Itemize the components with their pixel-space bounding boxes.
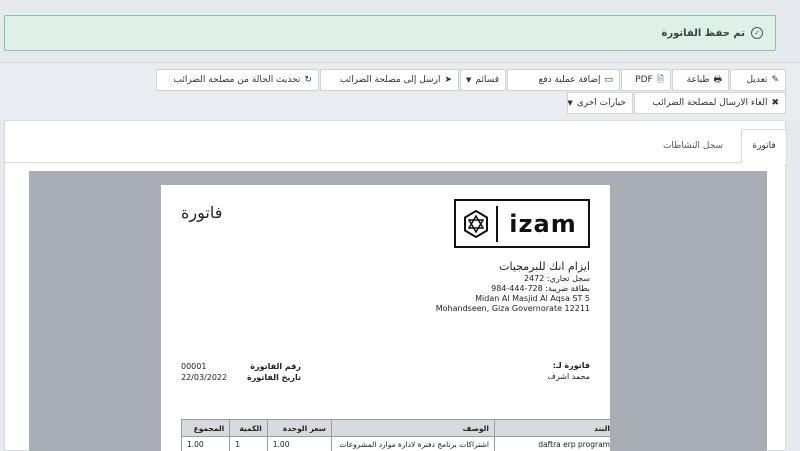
invoice-date-row: تاريخ الفاتورة 22/03/2022 bbox=[181, 372, 301, 383]
bill-to-label: فاتورة لـ: bbox=[552, 361, 590, 370]
cancel-send-button[interactable]: ✖ الغاء الارسال لمصلحة الضرائب bbox=[634, 92, 786, 114]
invoice-preview: فاتورة izam ايزام انك للبرمجيات سجل تجار… bbox=[29, 171, 767, 451]
logo-mark-icon bbox=[456, 201, 496, 246]
table-row: daftra erp program اشتراكات برنامج دفترة… bbox=[180, 436, 610, 451]
success-alert: ✓ تم حفظ الفاتورة bbox=[4, 15, 776, 51]
printer-icon: 🖶 bbox=[713, 75, 723, 85]
tab-bar: فاتورة سجل النشاطات bbox=[5, 129, 787, 163]
invoice-number-label: رقم الفاتورة bbox=[250, 362, 301, 371]
refresh-status-button[interactable]: ↻ تحديث الحالة من مصلحة الضرائب bbox=[156, 69, 319, 91]
company-logo: izam bbox=[454, 199, 590, 248]
address-line-1: Midan Al Masjid Al Aqsa ST 5 bbox=[475, 294, 590, 303]
column-header: البند bbox=[493, 419, 610, 437]
invoice-number-row: رقم الفاتورة 00001 bbox=[181, 361, 301, 372]
pdf-label: PDF bbox=[635, 75, 653, 85]
edit-label: تعديل bbox=[746, 75, 768, 85]
cancel-send-label: الغاء الارسال لمصلحة الضرائب bbox=[652, 98, 768, 108]
invoice-date-label: تاريخ الفاتورة bbox=[246, 373, 301, 382]
credit-card-icon: ▭ bbox=[604, 75, 613, 85]
invoice-number: 00001 bbox=[181, 362, 207, 371]
column-header: المجموع bbox=[180, 419, 231, 437]
print-label: طباعة bbox=[686, 75, 710, 85]
bill-to: فاتورة لـ: محمد اشرف bbox=[548, 360, 590, 382]
invoice-date: 22/03/2022 bbox=[181, 373, 228, 382]
tab-invoice-label: فاتورة bbox=[752, 141, 776, 151]
tab-invoice[interactable]: فاتورة bbox=[741, 129, 787, 163]
caret-down-icon: ▼ bbox=[466, 76, 472, 84]
send-to-tax-label: ارسل إلى مصلحة الضرائب bbox=[339, 75, 441, 85]
item-description: اشتراكات برنامج دفترة لادارة موارد المشر… bbox=[331, 436, 495, 451]
caret-down-icon: ▼ bbox=[567, 99, 573, 107]
tax-card: بطاقة ضريبة: 728-444-984 bbox=[491, 284, 590, 293]
close-icon: ✖ bbox=[771, 98, 779, 108]
templates-dropdown[interactable]: قسائم ▼ bbox=[460, 69, 506, 91]
column-header: الكمية bbox=[229, 419, 268, 437]
invoice-meta: رقم الفاتورة 00001 تاريخ الفاتورة 22/03/… bbox=[181, 361, 301, 383]
check-circle-icon: ✓ bbox=[751, 27, 763, 39]
action-toolbar: ✎ تعديل 🖶 طباعة 🗎 PDF ▭ إضافة عملية دفع … bbox=[0, 62, 800, 120]
refresh-icon: ↻ bbox=[304, 75, 312, 85]
alert-message: تم حفظ الفاتورة bbox=[661, 27, 746, 39]
item-unit-price: 1.00 bbox=[266, 436, 333, 451]
paper-plane-icon: ➤ bbox=[444, 75, 452, 85]
logo-wordmark: izam bbox=[509, 209, 577, 238]
company-details: ايزام انك للبرمجيات سجل تجاري: 2472 بطاق… bbox=[436, 260, 590, 314]
invoice-items-table: البند الوصف سعر الوحدة الكمية المجموع da… bbox=[180, 419, 610, 451]
add-payment-button[interactable]: ▭ إضافة عملية دفع bbox=[507, 69, 620, 91]
invoice-title: فاتورة bbox=[181, 203, 223, 222]
refresh-status-label: تحديث الحالة من مصلحة الضرائب bbox=[173, 75, 301, 85]
bill-to-name: محمد اشرف bbox=[547, 372, 590, 381]
tab-activity-log-label: سجل النشاطات bbox=[662, 141, 724, 151]
pdf-button[interactable]: 🗎 PDF bbox=[621, 69, 671, 91]
send-to-tax-button[interactable]: ➤ ارسل إلى مصلحة الضرائب bbox=[320, 69, 459, 91]
invoice-document: فاتورة izam ايزام انك للبرمجيات سجل تجار… bbox=[161, 185, 610, 451]
item-quantity: 1 bbox=[229, 436, 268, 451]
templates-label: قسائم bbox=[475, 75, 499, 85]
print-button[interactable]: 🖶 طباعة bbox=[672, 69, 729, 91]
edit-button[interactable]: ✎ تعديل bbox=[730, 69, 786, 91]
company-name: ايزام انك للبرمجيات bbox=[499, 260, 590, 273]
address-line-2: Mohandseen, Giza Governorate 12211 bbox=[435, 304, 590, 313]
commercial-register: سجل تجاري: 2472 bbox=[523, 274, 590, 283]
table-header-row: البند الوصف سعر الوحدة الكمية المجموع bbox=[180, 419, 610, 437]
more-options-label: خيارات اخرى bbox=[576, 98, 626, 108]
column-header: الوصف bbox=[331, 419, 495, 437]
item-total: 1.00 bbox=[180, 436, 231, 451]
more-options-dropdown[interactable]: خيارات اخرى ▼ bbox=[567, 92, 633, 114]
invoice-panel: فاتورة سجل النشاطات فاتورة izam ايزام ان… bbox=[4, 120, 787, 451]
item-name: daftra erp program bbox=[493, 436, 610, 451]
pencil-icon: ✎ bbox=[771, 75, 779, 85]
tab-activity-log[interactable]: سجل النشاطات bbox=[649, 129, 737, 163]
column-header: سعر الوحدة bbox=[266, 419, 333, 437]
file-pdf-icon: 🗎 bbox=[656, 75, 664, 85]
add-payment-label: إضافة عملية دفع bbox=[538, 75, 601, 85]
